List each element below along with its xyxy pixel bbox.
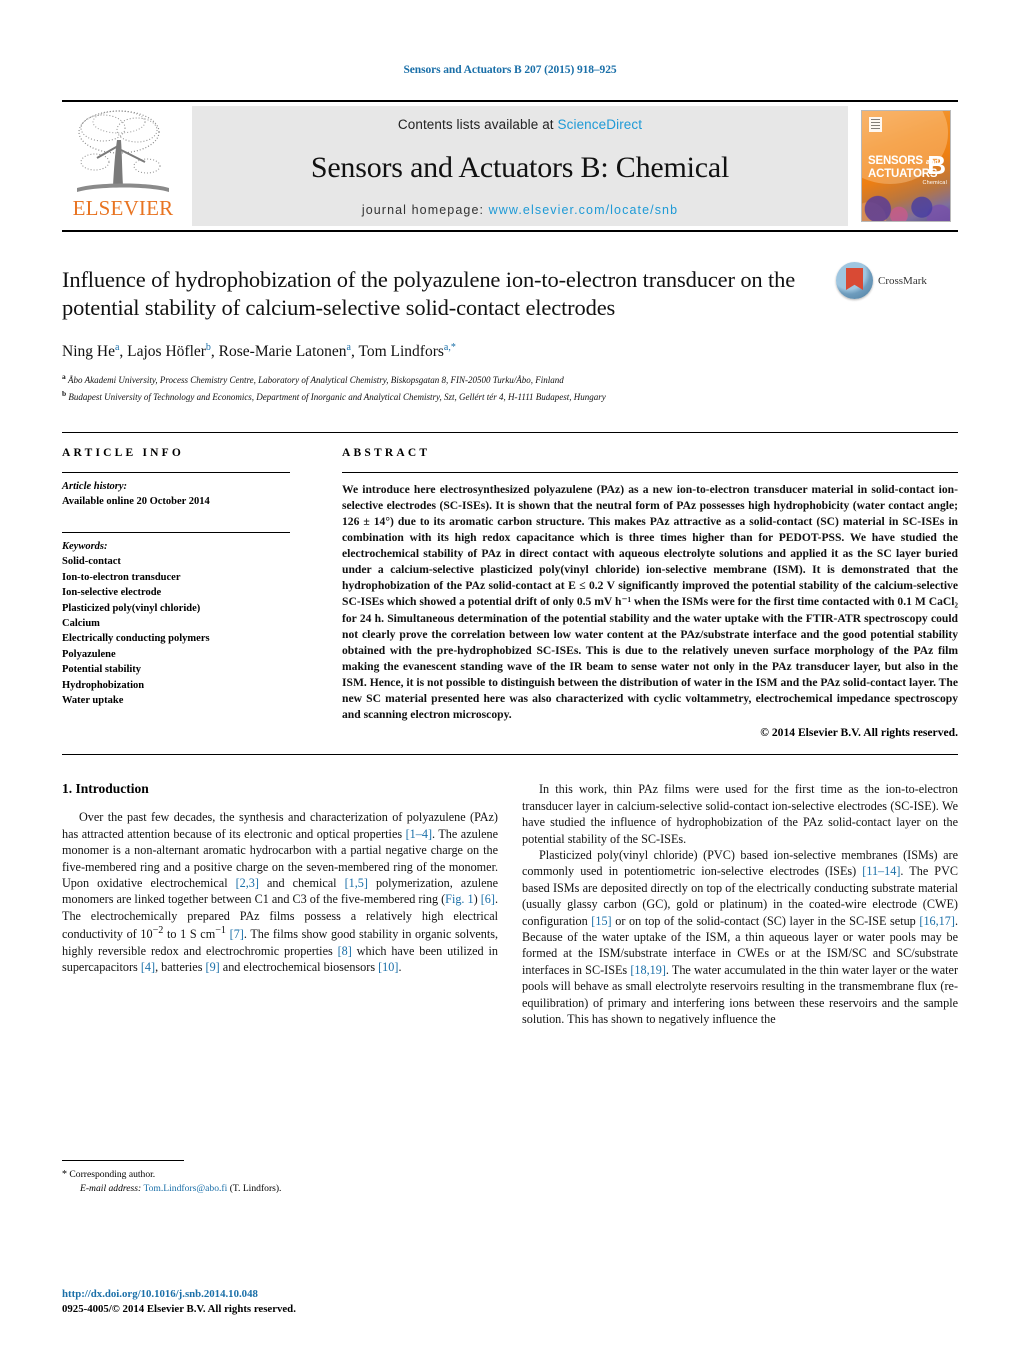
author-list: Ning Hea, Lajos Höflerb, Rose-Marie Lato… [62,341,456,360]
crossmark-icon [836,262,873,299]
abstract-column: ABSTRACT We introduce here electrosynthe… [334,446,958,740]
masthead-center: Contents lists available at ScienceDirec… [192,106,848,226]
article-history-label: Article history: [62,480,128,492]
page-title: Influence of hydrophobization of the pol… [62,267,796,321]
elsevier-wordmark: ELSEVIER [72,196,174,220]
keyword-item: Solid-contact [62,556,121,568]
article-info-heading: ARTICLE INFO [62,446,185,459]
body-column-left: 1. Introduction Over the past few decade… [62,781,498,1027]
contents-list-line: Contents lists available at ScienceDirec… [398,117,642,132]
keyword-item: Calcium [62,618,100,629]
corresponding-author-footnote: * Corresponding author. E-mail address: … [62,1160,492,1197]
keywords-list: Solid-contact Ion-to-electron transducer I… [62,554,334,708]
body-columns: 1. Introduction Over the past few decade… [62,781,958,1027]
affiliation-b: b Budapest University of Technology and … [62,388,958,405]
paper-page: Sensors and Actuators B 207 (2015) 918–9… [0,0,1020,1351]
journal-masthead: ELSEVIER Contents lists available at Sci… [62,100,958,232]
affiliation-list: a Åbo Akademi University, Process Chemis… [62,371,958,405]
article-history-value: Available online 20 October 2014 [62,496,210,508]
email-label: E-mail address: [80,1183,142,1195]
elsevier-logo: ELSEVIER [62,102,184,230]
intro-paragraph-left-1: Over the past few decades, the synthesis… [62,810,499,975]
cover-elsevier-mark-icon [869,117,882,132]
affiliation-text-b: Budapest University of Technology and Ec… [68,391,606,402]
footer-doi-block: http://dx.doi.org/10.1016/j.snb.2014.10.… [62,1287,502,1317]
abstract-heading: ABSTRACT [342,446,431,459]
contents-prefix: Contents lists available at [397,117,558,132]
intro-paragraph-right-1: In this work, thin PAz films were used f… [522,782,958,846]
elsevier-tree-icon [71,106,175,198]
section-heading-introduction: 1. Introduction [62,781,149,797]
corresponding-marker: * [62,1169,67,1180]
issn-copyright: 0925-4005/© 2014 Elsevier B.V. All right… [62,1303,296,1316]
keyword-item: Plasticized poly(vinyl chloride) [62,602,201,614]
info-abstract-bottom-rule [62,754,958,756]
article-info-rule-top [62,471,290,473]
email-suffix: (T. Lindfors). [229,1183,282,1195]
journal-homepage-line: journal homepage: www.elsevier.com/locat… [362,203,678,217]
article-info-rule-mid [62,531,290,533]
affiliation-marker-a: a [62,371,66,381]
doi-link[interactable]: http://dx.doi.org/10.1016/j.snb.2014.10.… [62,1287,502,1302]
abstract-text: We introduce here electrosynthesized pol… [342,482,958,722]
running-head: Sensors and Actuators B 207 (2015) 918–9… [403,64,617,76]
affiliation-a: a Åbo Akademi University, Process Chemis… [62,371,958,388]
info-abstract-section: ARTICLE INFO Article history: Available … [62,431,958,740]
corresponding-text: Corresponding author. [69,1169,156,1180]
affiliation-text-a: Åbo Akademi University, Process Chemistr… [68,374,564,385]
keywords-label: Keywords: [62,540,108,552]
crossmark-badge-group[interactable]: CrossMark [836,262,958,299]
keyword-item: Water uptake [62,695,124,707]
body-column-right: In this work, thin PAz films were used f… [522,781,958,1027]
homepage-label: journal homepage: [361,203,489,217]
abstract-copyright: © 2014 Elsevier B.V. All rights reserved… [760,726,958,740]
journal-cover-image: SENSORS and ACTUATORS B Chemical [861,110,951,222]
homepage-url-link[interactable]: www.elsevier.com/locate/snb [489,203,679,217]
sciencedirect-link[interactable]: ScienceDirect [558,117,643,132]
keyword-item: Ion-to-electron transducer [62,571,181,583]
crossmark-label: CrossMark [878,274,927,287]
affiliation-marker-b: b [62,388,67,398]
keyword-item: Polyazulene [62,648,116,660]
cover-sensors-word: SENSORS [868,155,923,167]
journal-title: Sensors and Actuators B: Chemical [310,150,730,184]
keyword-item: Ion-selective electrode [62,587,162,599]
title-block: CrossMark Influence of hydrophobization … [62,262,958,405]
email-line: E-mail address: Tom.Lindfors@abo.fi (T. … [62,1182,492,1196]
keyword-item: Electrically conducting polymers [62,633,210,645]
article-info-column: ARTICLE INFO Article history: Available … [62,447,334,740]
journal-cover: SENSORS and ACTUATORS B Chemical [854,102,958,230]
intro-paragraph-right-2: Plasticized poly(vinyl chloride) (PVC) b… [522,847,959,1027]
keyword-item: Potential stability [62,664,142,676]
cover-letter-b: B [927,150,946,180]
abstract-rule [342,471,958,473]
footnote-rule [62,1160,184,1161]
email-link[interactable]: Tom.Lindfors@abo.fi [143,1183,227,1194]
corresponding-author-line: * Corresponding author. [62,1167,492,1182]
keyword-item: Hydrophobization [62,679,145,691]
cover-subtitle: Chemical [922,180,947,186]
